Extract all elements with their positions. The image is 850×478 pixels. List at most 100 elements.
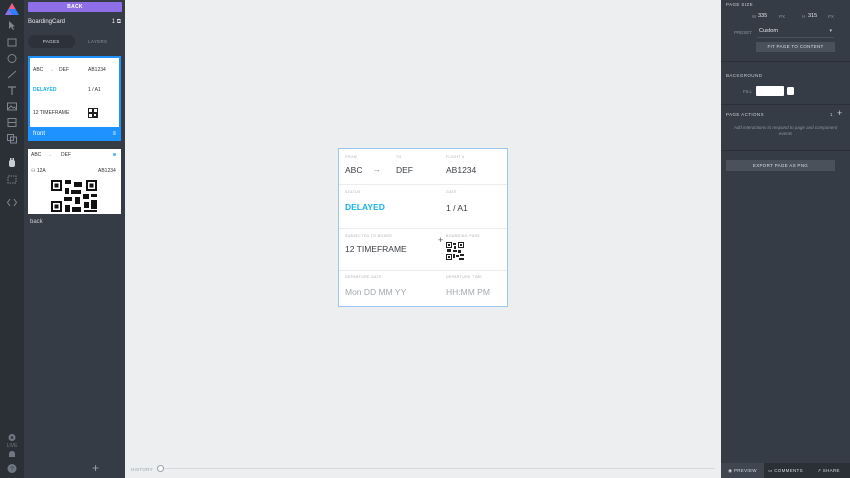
from-value[interactable]: ABC	[345, 165, 362, 175]
fill-color-swatch[interactable]	[756, 86, 784, 96]
width-label: W	[752, 14, 757, 19]
panel-tabs: PAGES LAYERS	[28, 35, 121, 48]
page-actions-hint: Add interactions to respond to page and …	[733, 125, 838, 136]
layers-icon[interactable]	[6, 133, 18, 144]
background-heading: BACKGROUND	[726, 73, 763, 78]
mini-status: DELAYED	[33, 87, 57, 93]
departure-time-label: DEPARTURE TIME	[446, 275, 483, 279]
flight-value[interactable]: AB1234	[446, 165, 476, 175]
code-icon[interactable]	[6, 197, 18, 208]
qr-code	[51, 180, 97, 212]
image-icon[interactable]	[6, 101, 18, 112]
page-menu-icon[interactable]: ≡	[112, 131, 116, 137]
comments-button[interactable]: ▭ COMMENTS	[764, 463, 807, 478]
departure-date-label: DEPARTURE DATE	[345, 275, 382, 279]
help-icon[interactable]: ?	[6, 463, 18, 474]
hand-icon[interactable]	[6, 157, 18, 168]
text-icon[interactable]	[6, 85, 18, 96]
page-label-back: back	[30, 219, 43, 225]
share-button[interactable]: ↗ SHARE	[807, 463, 850, 478]
inspector-panel: PAGE SIZE W 335 PX H 315 PX PRESET Custo…	[721, 0, 850, 478]
fill-label: FILL	[743, 89, 753, 94]
preset-value: Custom	[759, 28, 778, 34]
flight-label: FLIGHT #	[446, 155, 465, 159]
status-row: STATUS DELAYED GATE 1 / A1	[339, 185, 507, 229]
boarding-card-artboard[interactable]: FROM ABC → TO DEF FLIGHT # AB1234 STATUS…	[338, 148, 508, 307]
mini-to: DEF	[61, 152, 71, 158]
route-arrow-icon: →	[372, 164, 381, 174]
bottom-action-bar: ◉ PREVIEW ▭ COMMENTS ↗ SHARE	[721, 463, 850, 478]
ellipse-icon[interactable]	[6, 53, 18, 64]
to-label: TO	[396, 155, 402, 159]
export-png-button[interactable]: EXPORT PAGE AS PNG	[726, 160, 835, 171]
frame-icon[interactable]	[6, 174, 18, 185]
chevron-down-icon: ▾	[829, 28, 832, 34]
board-label: SUBJECTED TO BOARD	[345, 234, 393, 238]
page-actions-count: 1	[830, 112, 833, 117]
page-label-front: front	[28, 127, 121, 141]
pages-panel: BACK BoardingCard 1 ⧉ PAGES LAYERS ABC →…	[24, 0, 125, 478]
mini-from: ABC	[33, 67, 44, 73]
tab-pages[interactable]: PAGES	[28, 35, 75, 48]
page-size-heading: PAGE SIZE	[726, 2, 754, 7]
boarding-pass-qr-code[interactable]	[446, 242, 464, 260]
height-input[interactable]: 315	[808, 13, 817, 19]
add-page-icon[interactable]: +	[92, 462, 99, 474]
departure-time-value[interactable]: HH:MM PM	[446, 287, 490, 297]
departure-date-value[interactable]: Mon DD MM YY	[345, 287, 406, 297]
preset-select[interactable]: Custom ▾	[757, 27, 834, 38]
page-count-value: 1	[111, 19, 116, 25]
history-slider-handle[interactable]	[157, 465, 164, 472]
gate-label: GATE	[446, 190, 457, 194]
divider	[721, 150, 850, 151]
mini-seat: ⚇ 12A	[31, 168, 46, 174]
mini-qr-code	[88, 108, 98, 118]
from-label: FROM	[345, 155, 357, 159]
page-thumbnail-back[interactable]: ABC → DEF ⚇ 12A AB1234	[28, 149, 121, 214]
tab-layers[interactable]: LAYERS	[75, 35, 122, 48]
mini-board: 12 TIMEFRAME	[33, 110, 70, 116]
page-thumbnail-front[interactable]: ABC → DEF AB1234 DELAYED 1 / A1 12 TIMEF…	[28, 56, 121, 141]
back-button[interactable]: BACK	[28, 2, 122, 12]
width-unit: PX	[779, 14, 786, 19]
mini-gate: 1 / A1	[88, 87, 101, 93]
document-title[interactable]: BoardingCard	[28, 19, 65, 25]
rectangle-icon[interactable]	[6, 37, 18, 48]
notifications-icon[interactable]	[6, 449, 18, 460]
gate-value[interactable]: 1 / A1	[446, 203, 468, 213]
add-action-icon[interactable]: +	[837, 108, 842, 118]
mini-from: ABC	[31, 152, 42, 158]
component-icon[interactable]	[6, 117, 18, 128]
crosshair-cursor-icon: +	[438, 235, 444, 245]
to-value[interactable]: DEF	[396, 165, 413, 175]
status-value[interactable]: DELAYED	[345, 202, 385, 212]
departure-row: DEPARTURE DATE Mon DD MM YY DEPARTURE TI…	[339, 271, 507, 307]
canvas-area[interactable]: FROM ABC → TO DEF FLIGHT # AB1234 STATUS…	[125, 0, 721, 478]
boarding-row: SUBJECTED TO BOARD 12 TIMEFRAME BOARDING…	[339, 229, 507, 271]
width-input[interactable]: 335	[758, 13, 767, 19]
preset-label: PRESET	[734, 30, 753, 35]
divider	[721, 61, 850, 62]
fit-page-button[interactable]: FIT PAGE TO CONTENT	[756, 42, 835, 52]
history-slider-track[interactable]	[164, 468, 715, 469]
pointer-icon[interactable]	[6, 20, 18, 31]
status-dot	[113, 153, 116, 156]
height-unit: PX	[828, 14, 835, 19]
preview-button[interactable]: ◉ PREVIEW	[721, 463, 764, 478]
mini-to: DEF	[59, 67, 69, 73]
mini-arrow: →	[49, 67, 54, 73]
mini-arrow: →	[47, 152, 52, 158]
history-label: HISTORY	[131, 467, 153, 472]
page-count-icon: ⧉	[116, 19, 121, 25]
app-window: LIVE ? BACK BoardingCard 1 ⧉ PAGES LAYER…	[0, 0, 850, 478]
board-value[interactable]: 12 TIMEFRAME	[345, 244, 407, 254]
fill-opacity-swatch[interactable]	[787, 87, 794, 95]
height-label: H	[802, 14, 806, 19]
page-actions-heading: PAGE ACTIONS	[726, 112, 764, 117]
pass-label: BOARDING PASS	[446, 234, 480, 238]
divider	[721, 104, 850, 105]
settings-icon[interactable]	[6, 432, 18, 443]
tool-rail: LIVE ?	[0, 0, 24, 478]
line-icon[interactable]	[6, 69, 18, 80]
app-logo-icon	[5, 3, 19, 15]
